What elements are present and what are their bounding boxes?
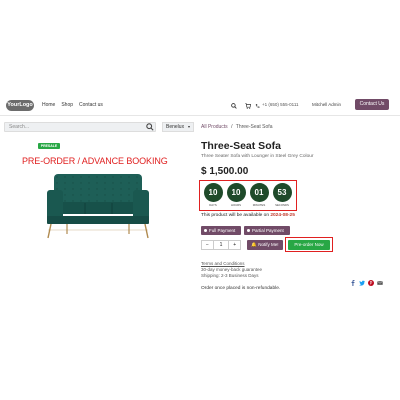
quantity-plus-button[interactable]: + [229,241,240,249]
product-title: Three-Seat Sofa [201,140,281,152]
countdown-seconds: 53 SECONDS [272,183,292,207]
partial-payment-option[interactable]: Partial Payment [244,226,290,235]
main-nav: Home Shop Contact us [42,102,103,108]
product-price: $ 1,500.00 [201,166,249,177]
chevron-down-icon: ▾ [187,124,190,129]
countdown-minutes-value: 01 [249,183,269,202]
facebook-icon[interactable] [350,273,356,286]
countdown-days-label: DAYS [209,203,217,207]
notify-me-button[interactable]: 🔔 Notify Me! [247,240,283,250]
twitter-icon[interactable] [359,273,365,286]
phone-icon [255,101,260,110]
refund-note: Order once placed is non-refundable. [201,286,281,291]
partial-payment-label: Partial Payment [252,228,284,233]
search-input[interactable]: Search... [4,122,156,132]
search-icon[interactable] [146,123,154,131]
full-payment-label: Full Payment [209,228,236,233]
nav-contact-link[interactable]: Contact us [79,102,103,108]
countdown-minutes: 01 MINUTES [249,183,269,207]
breadcrumb-all-products[interactable]: All Products [201,124,228,130]
quantity-input[interactable]: 1 [212,241,230,249]
product-description: Three Seater Sofa with Lounger in Steel … [201,154,314,159]
bell-icon: 🔔 [251,242,258,247]
terms-link[interactable]: Terms and Conditions [201,261,245,266]
nav-shop-link[interactable]: Shop [61,102,73,108]
logo[interactable]: YourLogo [6,100,34,111]
breadcrumb-current: Three-Seat Sofa [235,124,273,130]
quantity-minus-button[interactable]: − [202,241,213,249]
countdown-hours-label: HOURS [230,203,242,207]
pinterest-icon[interactable]: P [368,273,374,286]
notify-me-label: Notify Me! [258,242,279,247]
shipping-text: Shipping: 2-3 Business Days [201,273,259,278]
breadcrumb-separator: / [231,124,233,130]
guarantee-text: 30-day money-back guarantee [201,267,263,272]
nav-home-link[interactable]: Home [42,102,55,108]
countdown-minutes-label: MINUTES [252,203,266,207]
cart-icon[interactable] [243,101,252,110]
contact-us-button[interactable]: Contact Us [355,99,389,110]
breadcrumb: All Products / Three-Seat Sofa [201,124,272,130]
radio-icon [204,229,207,232]
full-payment-option[interactable]: Full Payment [201,226,241,235]
email-icon[interactable] [377,273,383,285]
pricelist-dropdown[interactable]: Benelux ▾ [162,122,194,132]
presale-badge: PRESALE [38,143,60,149]
countdown-days-value: 10 [203,183,223,202]
phone-number: +1 (650) 555-0111 [262,102,299,107]
quantity-stepper: − 1 + [201,240,241,250]
header-search-icon[interactable] [229,101,238,110]
availability-date: 2024-08-25 [270,213,295,218]
share-icons: P [350,273,383,286]
preorder-now-button[interactable]: Pre-order Now [288,240,330,250]
availability-notice: This product will be available on 2024-0… [201,213,295,218]
user-menu[interactable]: Mitchell Admin [312,102,341,107]
pricelist-value: Benelux [166,124,185,130]
radio-icon [247,229,250,232]
product-image [47,174,149,239]
preorder-banner: PRE-ORDER / ADVANCE BOOKING [22,156,168,166]
countdown-days: 10 DAYS [203,183,223,207]
countdown-seconds-label: SECONDS [275,203,289,207]
countdown-seconds-value: 53 [272,183,292,202]
countdown-hours-value: 10 [226,183,246,202]
availability-text: This product will be available on [201,213,269,218]
countdown-hours: 10 HOURS [226,183,246,207]
